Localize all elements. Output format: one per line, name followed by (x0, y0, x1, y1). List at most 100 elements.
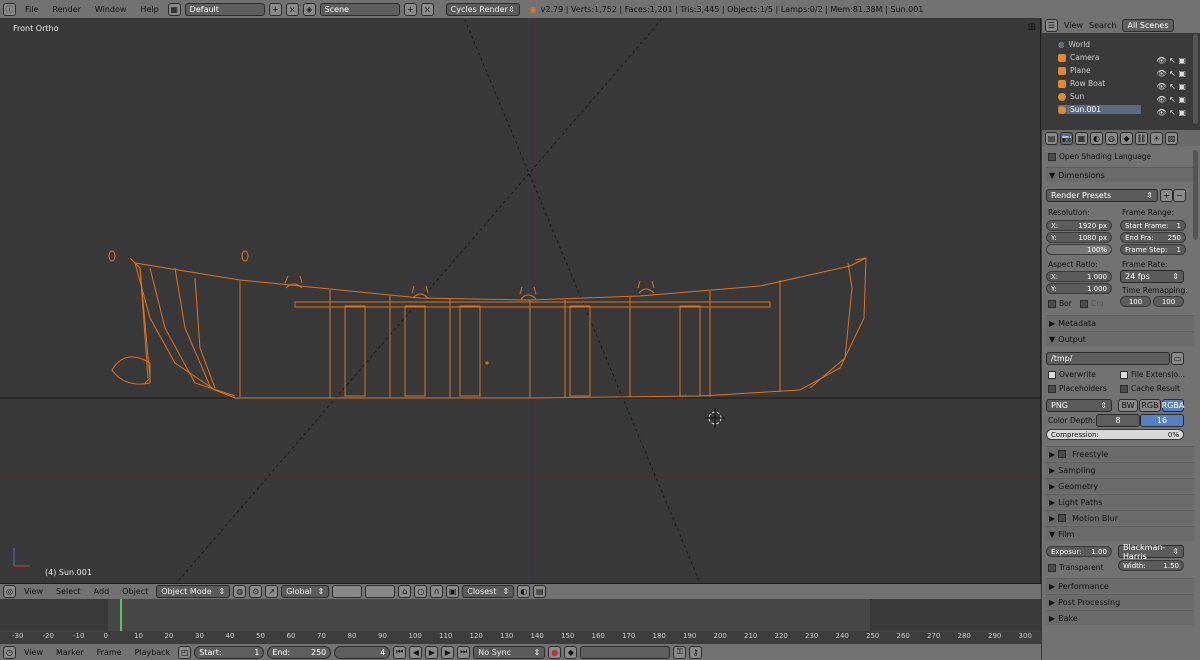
manipulator-icon[interactable]: ↗ (265, 585, 279, 598)
jump-end-icon[interactable]: ⏭ (457, 645, 471, 659)
render-icon[interactable]: ◐ (517, 585, 531, 598)
render-engine-select[interactable]: Cycles Render ⇕ (445, 2, 520, 16)
frame-step-prop[interactable]: Frame Step: 1 (1120, 244, 1186, 255)
output-panel-header[interactable]: ▼ Output (1046, 331, 1194, 346)
aspect-x-field[interactable]: X: 1.000 (1046, 271, 1112, 282)
remap-new-field[interactable]: 100 (1153, 296, 1184, 307)
outliner-scrollbar[interactable] (1193, 34, 1198, 124)
res-percent-field[interactable]: 100% (1046, 244, 1112, 255)
prev-key-icon[interactable]: ◀ (409, 645, 423, 659)
remove-scene-icon[interactable]: × (420, 2, 434, 16)
visibility-icons[interactable]: 👁 ↖ ▣ 👁 ↖ ▣ 👁 ↖ ▣ 👁 ↖ ▣ 👁 ↖ ▣ (1156, 54, 1186, 119)
tl-menu-marker[interactable]: Marker (51, 648, 89, 657)
magnet-icon[interactable]: ∩ (430, 585, 444, 598)
menu-window[interactable]: Window (90, 5, 132, 14)
depth-8-button[interactable]: 8 (1096, 414, 1140, 427)
res-x-field[interactable]: X: 1920 px (1046, 220, 1112, 231)
file-format-select[interactable]: PNG ⇕ (1046, 399, 1112, 412)
menu-help[interactable]: Help (135, 5, 163, 14)
layout-icon[interactable]: ▦ (167, 2, 181, 16)
checkbox-icon[interactable] (1058, 450, 1067, 458)
remove-preset-icon[interactable]: − (1173, 189, 1186, 202)
lock-icon[interactable]: ⌂ (398, 585, 412, 598)
sampling-panel-header[interactable]: ▶ Sampling (1046, 462, 1194, 477)
bw-button[interactable]: BW (1118, 399, 1138, 412)
proportional-icon[interactable]: ○ (414, 585, 428, 598)
menu-render[interactable]: Render (47, 5, 85, 14)
sync-select[interactable]: No Sync ⇕ (473, 645, 546, 659)
outliner-item-sun[interactable]: Sun (1058, 92, 1084, 101)
menu-view[interactable]: View (19, 587, 48, 596)
jump-start-icon[interactable]: ⏮ (393, 645, 407, 659)
res-y-field[interactable]: Y: 1080 px (1046, 232, 1112, 243)
insert-key-icon[interactable]: ⚿ (673, 645, 687, 659)
editor-type-icon[interactable]: ◎ (3, 585, 16, 598)
outliner-view-menu[interactable]: View (1064, 21, 1083, 30)
snap-element-icon[interactable]: ▣ (446, 585, 460, 598)
properties-scrollbar[interactable] (1193, 150, 1198, 240)
add-preset-icon[interactable]: + (1160, 189, 1173, 202)
mode-select[interactable]: Object Mode ⇕ (156, 585, 231, 598)
dimensions-panel-header[interactable]: ▼ Dimensions (1046, 167, 1194, 182)
filter-select[interactable]: Blackman-Harris ⇕ (1118, 543, 1184, 561)
cache-checkbox[interactable]: Cache Result (1120, 384, 1180, 393)
timeline-ruler[interactable]: -30 -20 -10 0 10 20 30 40 50 60 70 80 90 100 110 120 130… (0, 631, 1041, 644)
tl-menu-view[interactable]: View (19, 648, 48, 657)
output-path-field[interactable]: /tmp/ (1046, 352, 1170, 365)
layout-field[interactable]: Default (184, 2, 265, 16)
tl-menu-frame[interactable]: Frame (92, 648, 127, 657)
folder-icon[interactable]: ▭ (1171, 352, 1184, 365)
start-frame-field[interactable]: Start: 1 (194, 645, 265, 659)
camera-icon[interactable]: ▤ (533, 585, 547, 598)
layers-grid-2[interactable] (365, 585, 396, 598)
file-ext-checkbox[interactable]: File Extensio... (1120, 370, 1185, 379)
depth-16-button[interactable]: 16 (1140, 414, 1184, 427)
filter-width-field[interactable]: Width: 1.50 (1118, 560, 1184, 571)
crop-checkbox[interactable]: Cro (1080, 299, 1104, 308)
end-frame-field[interactable]: End: 250 (267, 645, 332, 659)
menu-add[interactable]: Add (89, 587, 115, 596)
scene-tab-icon[interactable]: ◐ (1090, 131, 1103, 145)
render-presets-select[interactable]: Render Presets ⇕ (1046, 189, 1158, 202)
geometry-panel-header[interactable]: ▶ Geometry (1046, 478, 1194, 493)
properties-panel[interactable]: ▤ 📷 ▦ ◐ ◍ ◆ ⛓ ☀ ▨ Open Shading Language … (1042, 130, 1200, 660)
osl-checkbox[interactable]: Open Shading Language (1048, 152, 1151, 161)
outliner[interactable]: ☰ View Search All Scenes ◍ World Camera P… (1042, 18, 1200, 130)
end-frame-prop[interactable]: End Fra: 250 (1120, 232, 1186, 243)
snap-select[interactable]: Closest ⇕ (462, 585, 515, 598)
transparent-checkbox[interactable]: Transparent (1048, 563, 1103, 572)
outliner-item-world[interactable]: ◍ World (1058, 40, 1090, 49)
motion-blur-panel-header[interactable]: ▶ Motion Blur (1046, 510, 1194, 525)
performance-panel-header[interactable]: ▶ Performance (1046, 578, 1194, 593)
world-tab-icon[interactable]: ◍ (1105, 131, 1118, 145)
object-tab-icon[interactable]: ◆ (1120, 131, 1133, 145)
checkbox-icon[interactable] (1058, 514, 1067, 522)
current-frame-field[interactable]: 4 (334, 645, 391, 659)
placeholders-checkbox[interactable]: Placeholders (1048, 384, 1107, 393)
constraints-tab-icon[interactable]: ⛓ (1135, 131, 1148, 145)
add-scene-icon[interactable]: + (403, 2, 417, 16)
film-panel-header[interactable]: ▼ Film (1046, 526, 1194, 541)
render-tab-icon[interactable]: 📷 (1060, 131, 1073, 145)
scene-icon[interactable]: ◈ (302, 2, 316, 16)
overwrite-checkbox[interactable]: Overwrite (1048, 370, 1096, 379)
tl-menu-playback[interactable]: Playback (130, 648, 176, 657)
metadata-panel-header[interactable]: ▶ Metadata (1046, 315, 1194, 330)
timeline-editor-icon[interactable]: ◷ (3, 645, 16, 659)
orientation-select[interactable]: Global ⇕ (281, 585, 330, 598)
compression-slider[interactable]: Compression: 0% (1046, 429, 1184, 440)
pivot-icon[interactable]: ⊙ (249, 585, 263, 598)
add-layout-icon[interactable]: + (268, 2, 282, 16)
data-tab-icon[interactable]: ☀ (1150, 131, 1163, 145)
rgb-button[interactable]: RGB (1139, 399, 1161, 412)
border-checkbox[interactable]: Bor (1048, 299, 1072, 308)
bake-panel-header[interactable]: ▶ Bake (1046, 610, 1194, 625)
outliner-item-camera[interactable]: Camera (1058, 53, 1099, 62)
rgba-button[interactable]: RGBA (1162, 399, 1184, 412)
start-frame-prop[interactable]: Start Frame: 1 (1120, 220, 1186, 231)
remove-layout-icon[interactable]: × (285, 2, 299, 16)
keying-set-field[interactable] (580, 645, 671, 659)
light-paths-panel-header[interactable]: ▶ Light Paths (1046, 494, 1194, 509)
expand-icon[interactable]: ⊞ (1028, 22, 1036, 33)
current-frame-marker[interactable] (119, 599, 122, 631)
